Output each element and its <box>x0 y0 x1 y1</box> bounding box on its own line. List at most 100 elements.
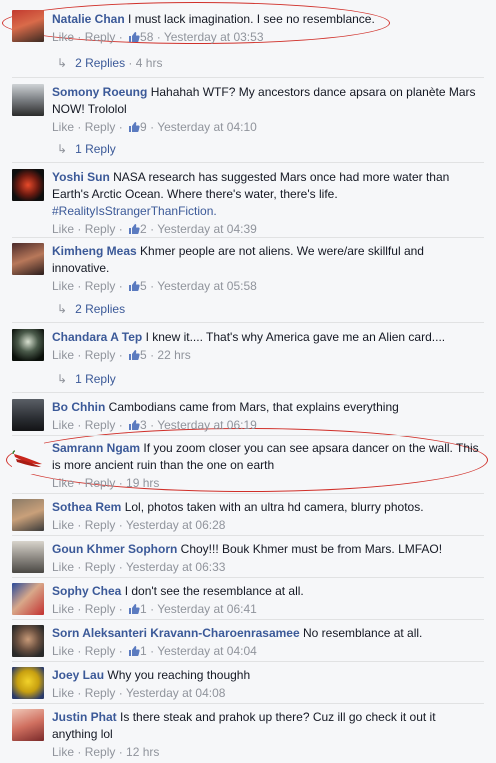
timestamp[interactable]: Yesterday at 04:39 <box>157 222 257 236</box>
avatar[interactable] <box>12 243 44 275</box>
comment-actions: Like · Reply · 1 · Yesterday at 06:41 <box>52 602 257 616</box>
timestamp[interactable]: Yesterday at 04:08 <box>126 686 226 700</box>
avatar[interactable] <box>12 84 44 116</box>
like-link[interactable]: Like <box>52 560 74 574</box>
divider <box>12 162 484 163</box>
timestamp[interactable]: Yesterday at 05:58 <box>157 279 257 293</box>
comment-actions: Like · Reply · 1 · Yesterday at 04:04 <box>52 644 257 658</box>
timestamp[interactable]: Yesterday at 04:10 <box>157 120 257 134</box>
reply-link[interactable]: Reply <box>85 476 116 490</box>
reply-link[interactable]: Reply <box>85 348 116 362</box>
like-link[interactable]: Like <box>52 418 74 432</box>
comment-text: Choy!!! Bouk Khmer must be from Mars. LM… <box>180 542 443 556</box>
comment-author[interactable]: Joey Lau <box>52 668 104 682</box>
like-link[interactable]: Like <box>52 279 74 293</box>
like-count[interactable]: 2 <box>140 222 147 236</box>
timestamp[interactable]: Yesterday at 03:53 <box>164 30 264 44</box>
reply-arrow-icon: ↳ <box>57 56 68 70</box>
reply-link[interactable]: Reply <box>85 602 116 616</box>
comment-author[interactable]: Chandara A Tep <box>52 330 142 344</box>
reply-link[interactable]: Reply <box>85 418 116 432</box>
comment-author[interactable]: Sophy Chea <box>52 584 121 598</box>
comment-author[interactable]: Justin Phat <box>52 710 117 724</box>
timestamp[interactable]: Yesterday at 06:19 <box>157 418 257 432</box>
avatar[interactable] <box>12 442 44 474</box>
avatar[interactable] <box>12 709 44 741</box>
reply-link[interactable]: Reply <box>85 745 116 759</box>
avatar[interactable] <box>12 625 44 657</box>
reply-arrow-icon: ↳ <box>57 372 68 386</box>
thumbs-up-icon <box>129 32 140 42</box>
divider <box>12 703 484 704</box>
timestamp[interactable]: 22 hrs <box>157 348 190 362</box>
thumbs-up-icon <box>129 281 140 291</box>
comment-author[interactable]: Samrann Ngam <box>52 441 140 455</box>
like-count[interactable]: 58 <box>140 30 153 44</box>
comment-author[interactable]: Sothea Rem <box>52 500 121 514</box>
comment-author[interactable]: Kimheng Meas <box>52 244 137 258</box>
like-count[interactable]: 1 <box>140 602 147 616</box>
comment-text: I must lack imagination. I see no resemb… <box>128 12 375 26</box>
timestamp[interactable]: Yesterday at 04:04 <box>157 644 257 658</box>
comment-author[interactable]: Bo Chhin <box>52 400 105 414</box>
comment-author[interactable]: Goun Khmer Sophorn <box>52 542 177 556</box>
like-count[interactable]: 3 <box>140 418 147 432</box>
avatar[interactable] <box>12 583 44 615</box>
comment-actions: Like · Reply · 12 hrs <box>52 745 160 759</box>
like-count[interactable]: 9 <box>140 120 147 134</box>
divider <box>12 619 484 620</box>
like-link[interactable]: Like <box>52 602 74 616</box>
divider <box>12 322 484 323</box>
thumbs-up-icon <box>129 350 140 360</box>
comment-actions: Like · Reply · 3 · Yesterday at 06:19 <box>52 418 257 432</box>
hashtag-link[interactable]: #RealityIsStrangerThanFiction. <box>52 204 217 218</box>
like-link[interactable]: Like <box>52 476 74 490</box>
like-link[interactable]: Like <box>52 120 74 134</box>
comment-author[interactable]: Yoshi Sun <box>52 170 110 184</box>
like-link[interactable]: Like <box>52 686 74 700</box>
like-count[interactable]: 1 <box>140 644 147 658</box>
comment-text: Lol, photos taken with an ultra hd camer… <box>124 500 424 514</box>
like-count[interactable]: 5 <box>140 279 147 293</box>
like-link[interactable]: Like <box>52 348 74 362</box>
reply-link[interactable]: Reply <box>85 279 116 293</box>
reply-link[interactable]: Reply <box>85 120 116 134</box>
reply-link[interactable]: Reply <box>85 644 116 658</box>
view-replies-link[interactable]: ↳ 2 Replies <box>57 302 125 316</box>
avatar[interactable] <box>12 399 44 431</box>
avatar[interactable] <box>12 499 44 531</box>
thumbs-up-icon <box>129 420 140 430</box>
view-replies-link[interactable]: ↳ 2 Replies · 4 hrs <box>57 56 162 70</box>
comment-actions: Like · Reply · 5 · Yesterday at 05:58 <box>52 279 257 293</box>
timestamp[interactable]: 12 hrs <box>126 745 159 759</box>
avatar[interactable] <box>12 10 44 42</box>
reply-link[interactable]: Reply <box>85 518 116 532</box>
avatar[interactable] <box>12 329 44 361</box>
reply-link[interactable]: Reply <box>85 560 116 574</box>
reply-link[interactable]: Reply <box>85 686 116 700</box>
reply-link[interactable]: Reply <box>85 30 116 44</box>
divider <box>12 435 484 436</box>
comment-author[interactable]: Sorn Aleksanteri Kravann-Charoenrasamee <box>52 626 300 640</box>
comment-author[interactable]: Somony Roeung <box>52 85 147 99</box>
like-count[interactable]: 5 <box>140 348 147 362</box>
timestamp[interactable]: Yesterday at 06:28 <box>126 518 226 532</box>
timestamp[interactable]: Yesterday at 06:33 <box>126 560 226 574</box>
view-replies-link[interactable]: ↳ 1 Reply <box>57 142 116 156</box>
comment-text: I don't see the resemblance at all. <box>124 584 304 598</box>
comment-text: No resemblance at all. <box>303 626 423 640</box>
timestamp[interactable]: Yesterday at 06:41 <box>157 602 257 616</box>
comment-author[interactable]: Natalie Chan <box>52 12 125 26</box>
timestamp[interactable]: 19 hrs <box>126 476 159 490</box>
avatar[interactable] <box>12 169 44 201</box>
comment-actions: Like · Reply · 5 · 22 hrs <box>52 348 191 362</box>
like-link[interactable]: Like <box>52 30 74 44</box>
avatar[interactable] <box>12 541 44 573</box>
like-link[interactable]: Like <box>52 644 74 658</box>
reply-link[interactable]: Reply <box>85 222 116 236</box>
like-link[interactable]: Like <box>52 222 74 236</box>
like-link[interactable]: Like <box>52 518 74 532</box>
view-replies-link[interactable]: ↳ 1 Reply <box>57 372 116 386</box>
avatar[interactable] <box>12 667 44 699</box>
like-link[interactable]: Like <box>52 745 74 759</box>
